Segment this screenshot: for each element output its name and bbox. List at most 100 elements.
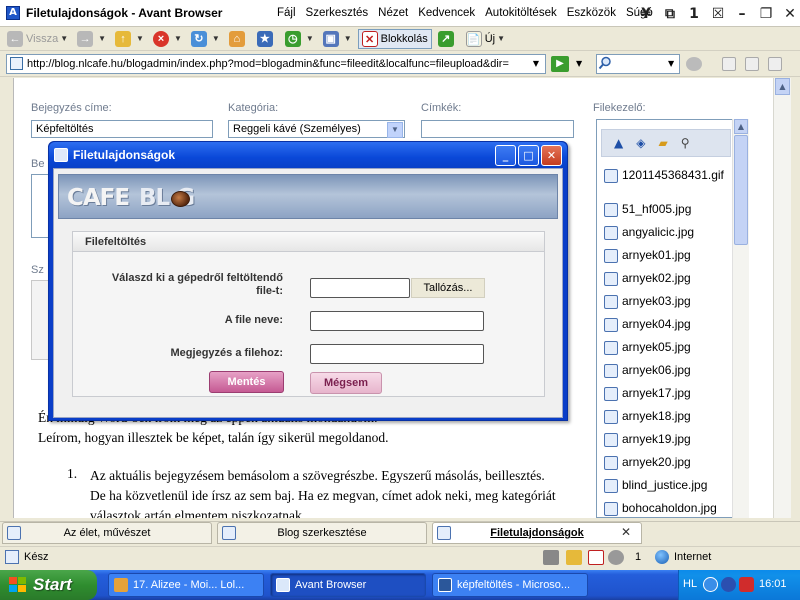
chevron-down-icon[interactable]: ▼ [60, 34, 68, 43]
highlight-icon[interactable] [722, 57, 736, 71]
file-list-item[interactable]: arnyek04.jpg [604, 317, 732, 340]
chevron-down-icon[interactable]: ▼ [212, 34, 220, 43]
flash-button[interactable]: ↗ [435, 29, 460, 49]
double-chevron-icon[interactable]: ¥ [638, 5, 654, 22]
file-list-item[interactable]: arnyek05.jpg [604, 340, 732, 363]
lock-icon[interactable] [566, 550, 582, 565]
file-list-item[interactable]: arnyek19.jpg [604, 432, 732, 455]
favorites-button[interactable]: ★ [254, 29, 279, 49]
refresh-button[interactable]: ↻ ▼ [188, 29, 223, 49]
clear-icon[interactable] [768, 57, 782, 71]
find-icon[interactable] [745, 57, 759, 71]
cancel-button[interactable]: Mégsem [310, 372, 382, 394]
view-button[interactable]: ▣ ▼ [320, 29, 355, 49]
file-list-item[interactable]: arnyek06.jpg [604, 363, 732, 386]
maximize-button[interactable]: □ [518, 145, 539, 166]
image-file-icon [604, 387, 618, 401]
window-list-icon[interactable]: ⧉ [662, 5, 678, 22]
menu-item-file[interactable]: Fájl [272, 7, 301, 19]
forward-button[interactable]: → ▼ [74, 29, 109, 49]
start-button[interactable]: Start [0, 570, 97, 600]
comment-input[interactable] [310, 344, 484, 364]
file-list-item[interactable]: arnyek03.jpg [604, 294, 732, 317]
file-list-scrollbar[interactable]: ▲ [732, 119, 749, 518]
file-list-item[interactable]: angyalicic.jpg [604, 225, 732, 248]
scroll-up-arrow[interactable]: ▲ [775, 78, 790, 95]
url-input[interactable]: http://blog.nlcafe.hu/blogadmin/index.ph… [6, 54, 546, 74]
filename-input[interactable] [310, 311, 484, 331]
popup-block-button[interactable]: ✕ Blokkolás [357, 28, 432, 49]
up-arrow-icon[interactable]: ▲ [614, 136, 623, 150]
menu-item-favorites[interactable]: Kedvencek [413, 7, 480, 19]
chevron-down-icon[interactable]: ▼ [344, 34, 352, 43]
avant-browser-icon [276, 578, 290, 592]
file-path-input[interactable] [310, 278, 410, 298]
file-list-item[interactable]: arnyek17.jpg [604, 386, 732, 409]
file-list-item[interactable]: arnyek18.jpg [604, 409, 732, 432]
taskbar-item-music[interactable]: 17. Alizee - Moi... Lol... [108, 573, 264, 597]
save-button[interactable]: Mentés [209, 371, 284, 393]
chevron-down-icon[interactable]: ▼ [306, 34, 314, 43]
security-shield-icon[interactable] [739, 577, 754, 592]
search-engine-icon[interactable] [686, 57, 702, 71]
close-tab-icon[interactable]: ✕ [618, 524, 634, 540]
sound-icon[interactable] [608, 550, 624, 565]
page-scrollbar[interactable]: ▲ [773, 78, 791, 518]
chevron-left-icon[interactable] [703, 577, 718, 592]
chevron-down-icon[interactable]: ▼ [174, 34, 182, 43]
chevron-down-icon[interactable]: ▼ [98, 34, 106, 43]
go-button[interactable]: ▶ [551, 56, 569, 72]
chevron-down-icon[interactable]: ▼ [136, 34, 144, 43]
one-pane-icon[interactable]: 1 [686, 5, 702, 22]
status-count: 1 [635, 551, 642, 563]
post-title-field[interactable]: Képfeltöltés [31, 120, 213, 138]
history-button[interactable]: ◷ ▼ [282, 29, 317, 49]
home-button[interactable]: ⌂ [226, 29, 251, 49]
scroll-up-arrow[interactable]: ▲ [734, 119, 748, 134]
tab-blog-edit[interactable]: Blog szerkesztése [217, 522, 427, 544]
file-list-item[interactable]: arnyek02.jpg [604, 271, 732, 294]
up-folder-button[interactable]: ↑ ▼ [112, 29, 147, 49]
back-button[interactable]: ← Vissza ▼ [4, 29, 71, 49]
file-list-item[interactable]: 1201145368431.gif [604, 168, 732, 202]
menu-item-tools[interactable]: Eszközök [562, 7, 621, 19]
new-folder-icon[interactable]: ▰ [658, 136, 667, 150]
dialog-title-bar[interactable]: Filetulajdonságok _ □ ✕ [49, 142, 567, 168]
tags-field[interactable] [421, 120, 574, 138]
tab-art-life[interactable]: Az élet, művészet [2, 522, 212, 544]
language-indicator[interactable]: HL [683, 578, 697, 590]
scroll-thumb[interactable] [734, 135, 748, 245]
search-icon[interactable] [598, 56, 612, 70]
taskbar-item-word[interactable]: képfeltöltés - Microso... [432, 573, 588, 597]
dialog-title: Filetulajdonságok [73, 148, 176, 162]
search-icon[interactable]: ⚲ [681, 136, 690, 150]
taskbar-item-browser[interactable]: Avant Browser [270, 573, 426, 597]
chevron-down-icon[interactable]: ▼ [497, 34, 505, 43]
minimize-button[interactable]: – [734, 5, 750, 22]
chevron-down-icon[interactable]: ▼ [668, 59, 674, 68]
file-list-item[interactable]: arnyek01.jpg [604, 248, 732, 271]
category-select[interactable]: Reggeli kávé (Személyes) ▼ [228, 120, 405, 138]
file-list-item[interactable]: blind_justice.jpg [604, 478, 732, 501]
menu-item-edit[interactable]: Szerkesztés [301, 7, 374, 19]
refresh-icon[interactable]: ◈ [636, 136, 645, 150]
close-button[interactable]: ✕ [782, 5, 798, 22]
network-icon[interactable] [721, 577, 736, 592]
minimize-button[interactable]: _ [495, 145, 516, 166]
chevron-down-icon[interactable]: ▼ [528, 55, 544, 73]
file-list-item[interactable]: 51_hf005.jpg [604, 202, 732, 225]
menu-item-autofill[interactable]: Autokitöltések [480, 7, 562, 19]
menu-item-view[interactable]: Nézet [373, 7, 413, 19]
restore-button[interactable]: ❐ [758, 5, 774, 22]
chevron-down-icon[interactable]: ▼ [576, 59, 582, 68]
chevron-down-icon[interactable]: ▼ [387, 122, 403, 138]
stop-button[interactable]: × ▼ [150, 29, 185, 49]
close-tab-icon[interactable]: ☒ [710, 5, 726, 22]
new-button[interactable]: 📄 Új ▼ [463, 29, 508, 49]
close-button[interactable]: ✕ [541, 145, 562, 166]
browse-button[interactable]: Tallózás... [411, 278, 485, 298]
flash-filter-icon[interactable] [543, 550, 559, 565]
popup-block-icon[interactable] [588, 550, 604, 565]
file-list-item[interactable]: arnyek20.jpg [604, 455, 732, 478]
tab-file-properties[interactable]: Filetulajdonságok [432, 522, 642, 544]
